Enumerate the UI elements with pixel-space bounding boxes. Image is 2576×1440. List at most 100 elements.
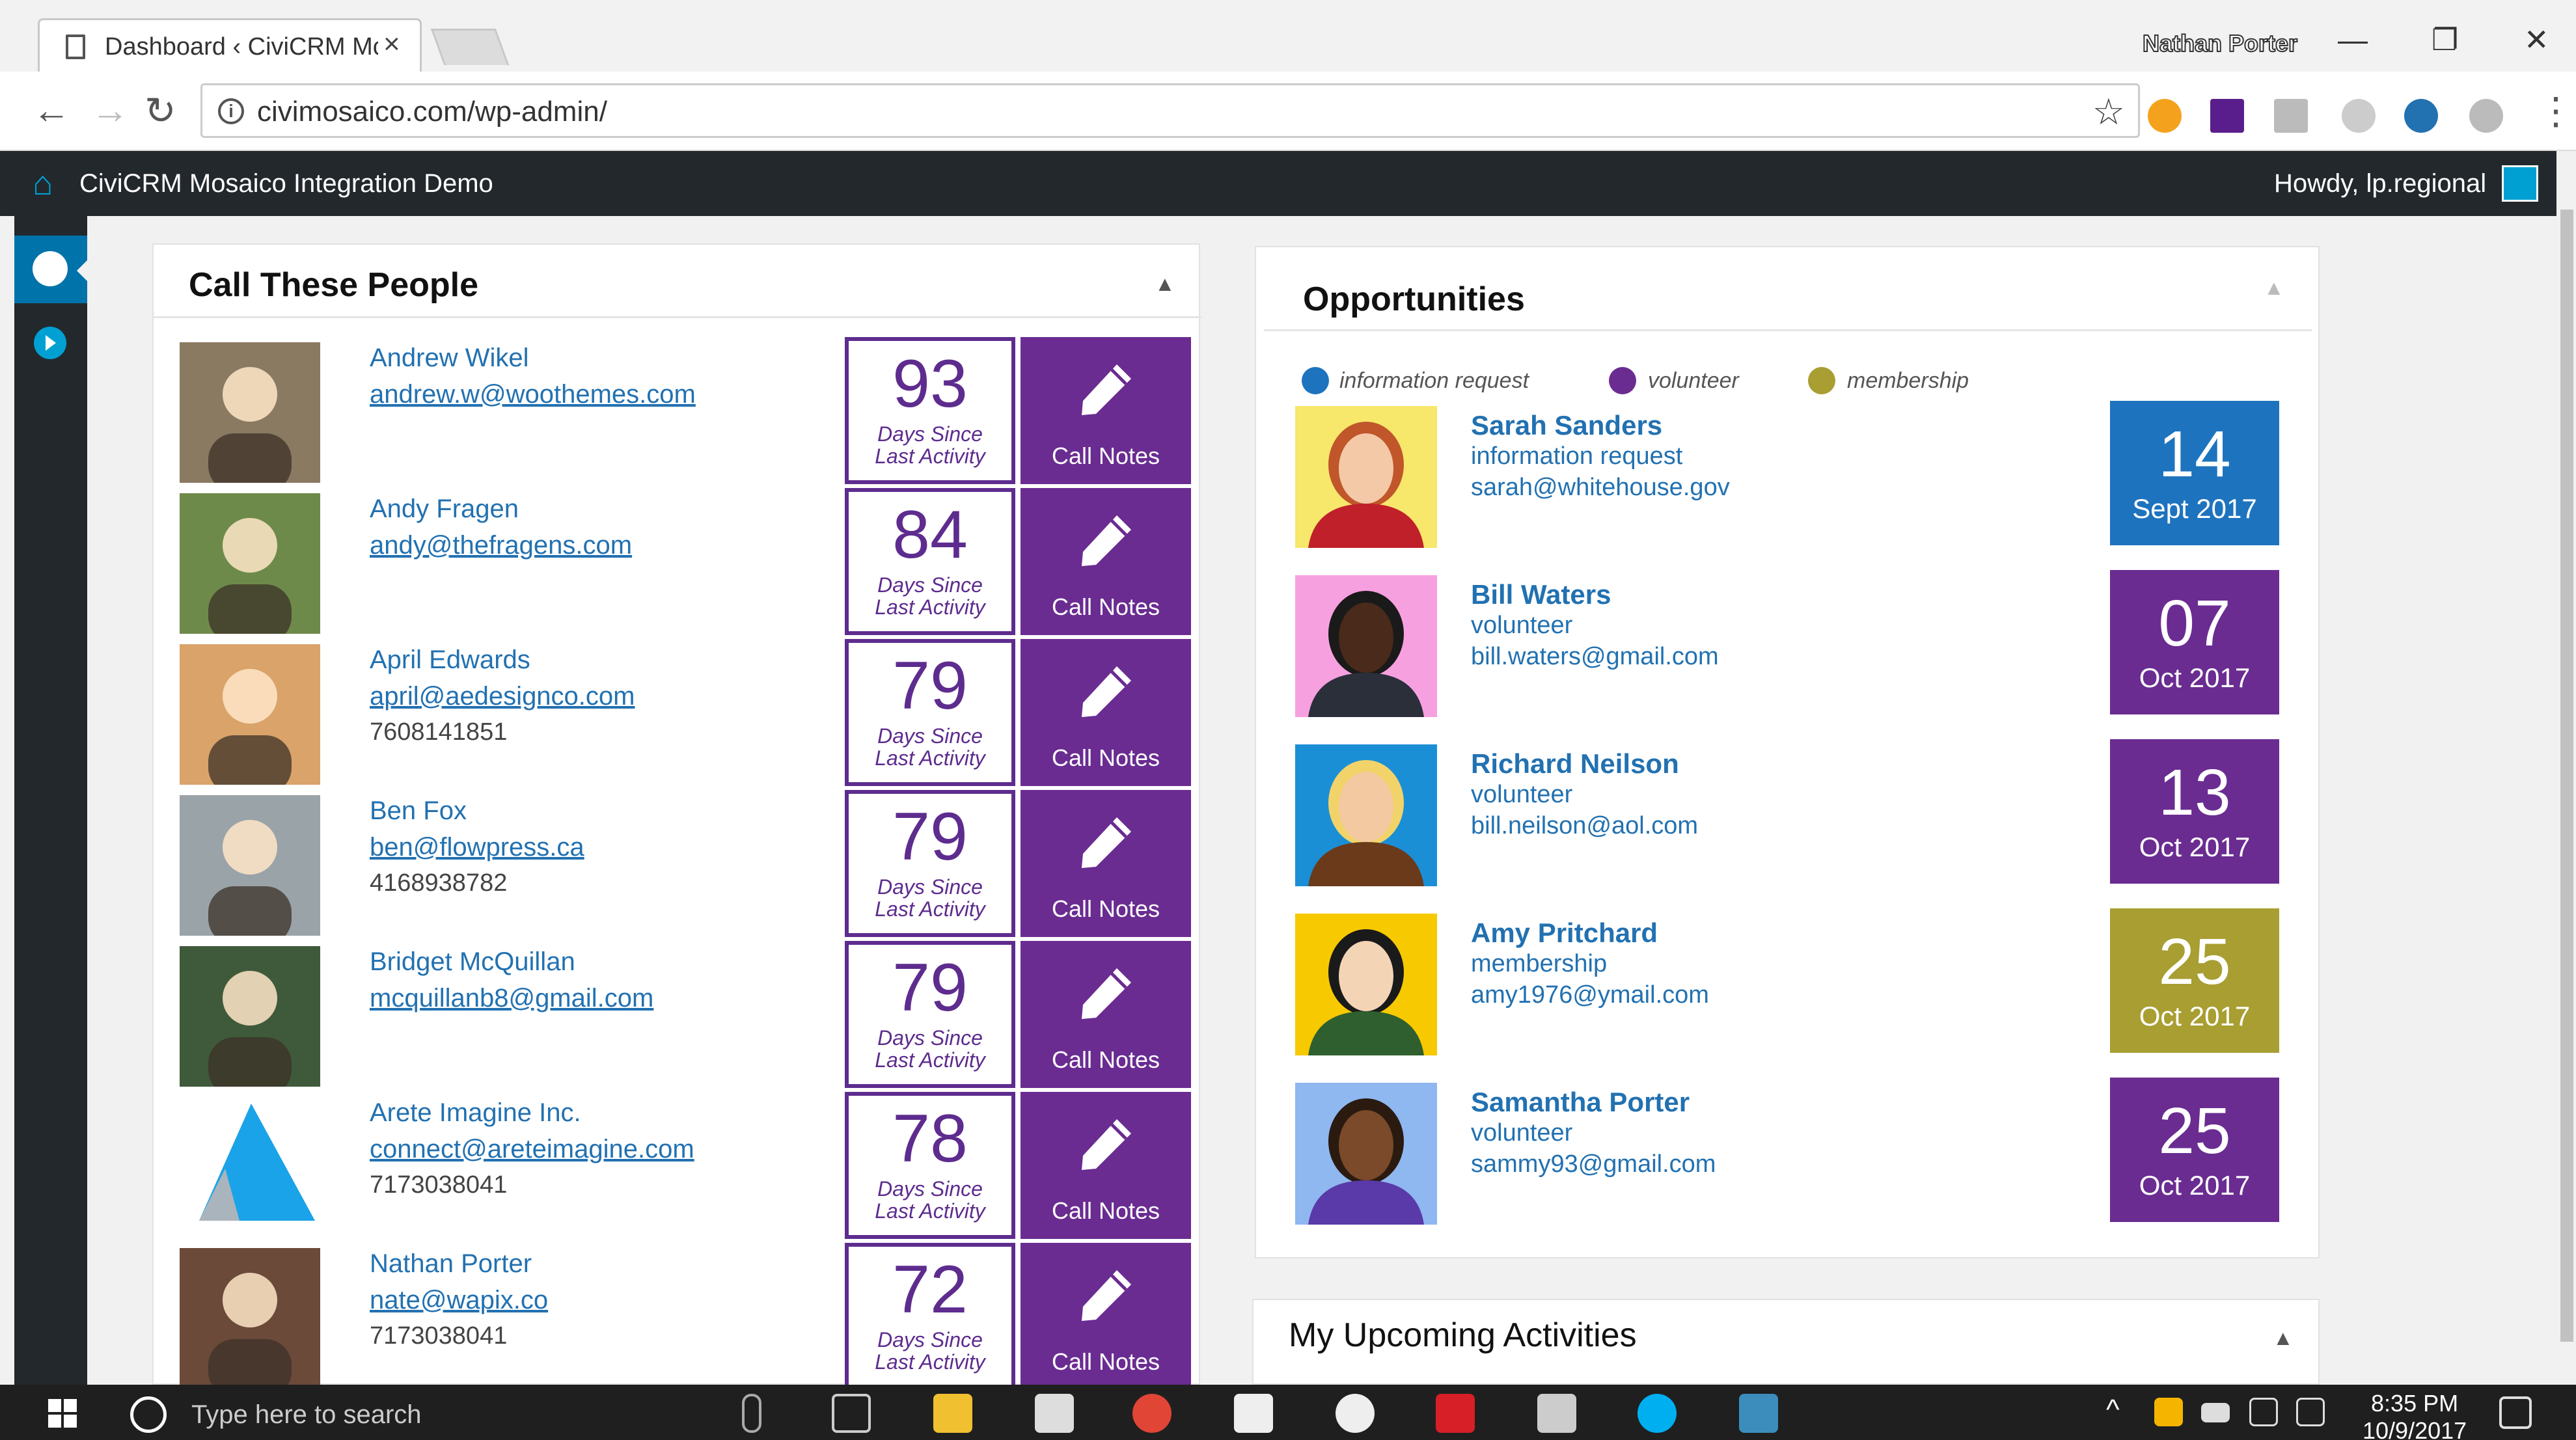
- new-tab-button[interactable]: [430, 29, 510, 65]
- opportunity-name-link[interactable]: Richard Neilson: [1471, 748, 1679, 780]
- call-panel-toggle-icon[interactable]: ▲: [1155, 272, 1175, 296]
- profile-name[interactable]: Nathan Porter: [2142, 29, 2298, 57]
- person-name-link[interactable]: Bridget McQuillan: [370, 947, 575, 977]
- opportunity-email-link[interactable]: sammy93@gmail.com: [1471, 1150, 1716, 1178]
- person-photo[interactable]: [180, 644, 320, 785]
- person-silhouette-icon: [208, 518, 292, 634]
- taskbar-search-input[interactable]: Type here to search: [191, 1400, 422, 1430]
- extension-icon-mc[interactable]: [2210, 99, 2244, 133]
- person-name-link[interactable]: April Edwards: [370, 645, 530, 675]
- microphone-icon[interactable]: [742, 1394, 761, 1433]
- browser-tab[interactable]: Dashboard ‹ CiviCRM Mc ×: [38, 18, 422, 73]
- chrome-menu-icon[interactable]: ⋮: [2537, 88, 2575, 133]
- store-icon[interactable]: [1035, 1394, 1074, 1433]
- extension-icon-gray[interactable]: [2342, 99, 2376, 133]
- opportunity-email-link[interactable]: bill.waters@gmail.com: [1471, 643, 1719, 671]
- mail-icon[interactable]: [1234, 1394, 1273, 1433]
- cortana-icon[interactable]: [130, 1396, 167, 1433]
- person-name-link[interactable]: Arete Imagine Inc.: [370, 1098, 581, 1128]
- info-icon[interactable]: i: [218, 98, 244, 124]
- extension-icon-orange[interactable]: [2148, 99, 2182, 133]
- opportunity-email-link[interactable]: bill.neilson@aol.com: [1471, 812, 1698, 840]
- menu-dashboard[interactable]: [14, 236, 87, 303]
- opportunity-name-link[interactable]: Samantha Porter: [1471, 1087, 1690, 1118]
- opportunity-email-link[interactable]: amy1976@ymail.com: [1471, 981, 1709, 1009]
- call-notes-button[interactable]: Call Notes: [1021, 1092, 1191, 1239]
- call-notes-button[interactable]: Call Notes: [1021, 1243, 1191, 1390]
- person-photo[interactable]: [180, 1248, 320, 1389]
- person-email-link[interactable]: andy@thefragens.com: [370, 531, 632, 560]
- person-email-link[interactable]: connect@areteimagine.com: [370, 1135, 694, 1164]
- bookmark-star-icon[interactable]: ☆: [2092, 90, 2125, 133]
- person-name-link[interactable]: Andrew Wikel: [370, 344, 529, 373]
- opportunity-avatar[interactable]: [1295, 575, 1437, 717]
- opportunity-name-link[interactable]: Bill Waters: [1471, 579, 1611, 610]
- howdy-user-link[interactable]: Howdy, lp.regional: [2274, 169, 2486, 198]
- opportunity-avatar[interactable]: [1295, 744, 1437, 886]
- battery-icon[interactable]: [2201, 1403, 2230, 1422]
- person-name-link[interactable]: Andy Fragen: [370, 495, 519, 524]
- person-photo[interactable]: [180, 1097, 320, 1238]
- person-photo[interactable]: [180, 342, 320, 483]
- slack-icon[interactable]: [1336, 1394, 1375, 1433]
- site-name-link[interactable]: CiviCRM Mosaico Integration Demo: [79, 169, 493, 198]
- creative-cloud-icon[interactable]: [1436, 1394, 1475, 1433]
- person-email-link[interactable]: nate@wapix.co: [370, 1286, 548, 1315]
- volume-icon[interactable]: [2296, 1398, 2325, 1426]
- extension-icon-drive[interactable]: [2469, 99, 2503, 133]
- file-explorer-icon[interactable]: [933, 1394, 972, 1433]
- legend-dot-volunteer: [1609, 367, 1636, 394]
- minimize-icon[interactable]: —: [2338, 22, 2368, 57]
- chrome-icon[interactable]: [1132, 1394, 1172, 1433]
- reload-icon[interactable]: ↻: [144, 88, 176, 133]
- google-drive-tray-icon[interactable]: [2154, 1398, 2183, 1426]
- opportunity-avatar[interactable]: [1295, 1083, 1437, 1225]
- call-notes-button[interactable]: Call Notes: [1021, 790, 1191, 937]
- audio-app-icon[interactable]: [1537, 1394, 1576, 1433]
- security-shield-icon[interactable]: [1739, 1394, 1778, 1433]
- opportunity-name-link[interactable]: Sarah Sanders: [1471, 410, 1662, 441]
- call-notes-button[interactable]: Call Notes: [1021, 337, 1191, 484]
- person-email-link[interactable]: april@aedesignco.com: [370, 682, 635, 711]
- forward-icon[interactable]: →: [91, 88, 129, 132]
- person-name-link[interactable]: Nathan Porter: [370, 1249, 532, 1279]
- url-text[interactable]: civimosaico.com/wp-admin/: [257, 96, 607, 128]
- user-avatar[interactable]: [2502, 165, 2538, 202]
- home-icon[interactable]: ⌂: [33, 164, 53, 203]
- person-photo[interactable]: [180, 795, 320, 936]
- back-icon[interactable]: ←: [33, 88, 70, 132]
- opportunity-avatar[interactable]: [1295, 914, 1437, 1055]
- action-center-icon[interactable]: [2499, 1396, 2532, 1429]
- address-bar[interactable]: i civimosaico.com/wp-admin/ ☆: [200, 83, 2140, 138]
- windows-start-icon[interactable]: [48, 1399, 77, 1428]
- page-scrollbar[interactable]: [2556, 151, 2576, 1385]
- call-notes-button[interactable]: Call Notes: [1021, 639, 1191, 786]
- opportunity-email-link[interactable]: sarah@whitehouse.gov: [1471, 474, 1730, 502]
- opportunity-avatar[interactable]: [1295, 406, 1437, 548]
- person-email-link[interactable]: mcquillanb8@gmail.com: [370, 984, 653, 1013]
- person-name-link[interactable]: Ben Fox: [370, 796, 467, 826]
- scrollbar-thumb[interactable]: [2560, 210, 2573, 1342]
- extension-icon-grid[interactable]: [2274, 99, 2308, 133]
- call-notes-button[interactable]: Call Notes: [1021, 941, 1191, 1088]
- tray-expand-icon[interactable]: ^: [2106, 1394, 2120, 1426]
- person-email-link[interactable]: ben@flowpress.ca: [370, 833, 584, 862]
- activities-toggle-icon[interactable]: ▲: [2273, 1326, 2294, 1350]
- skype-icon[interactable]: [1637, 1394, 1677, 1433]
- person-photo[interactable]: [180, 493, 320, 634]
- restore-icon[interactable]: ❐: [2432, 22, 2458, 57]
- close-window-icon[interactable]: ✕: [2524, 22, 2549, 57]
- tab-close-icon[interactable]: ×: [383, 28, 400, 61]
- wifi-icon[interactable]: [2249, 1398, 2278, 1426]
- person-email-link[interactable]: andrew.w@woothemes.com: [370, 380, 696, 409]
- menu-media-play-icon[interactable]: [34, 327, 66, 359]
- task-view-icon[interactable]: [832, 1394, 871, 1433]
- call-person-row: April Edwards april@aedesignco.com 7608141…: [180, 639, 1195, 795]
- taskbar-clock[interactable]: 8:35 PM 10/9/2017: [2363, 1390, 2467, 1440]
- call-notes-button[interactable]: Call Notes: [1021, 488, 1191, 635]
- wordpress-extension-icon[interactable]: [2404, 99, 2438, 133]
- person-photo[interactable]: [180, 946, 320, 1087]
- opportunity-name-link[interactable]: Amy Pritchard: [1471, 917, 1658, 949]
- opportunities-toggle-icon[interactable]: ▲: [2264, 276, 2284, 300]
- days-label-line2: Last Activity: [875, 897, 985, 921]
